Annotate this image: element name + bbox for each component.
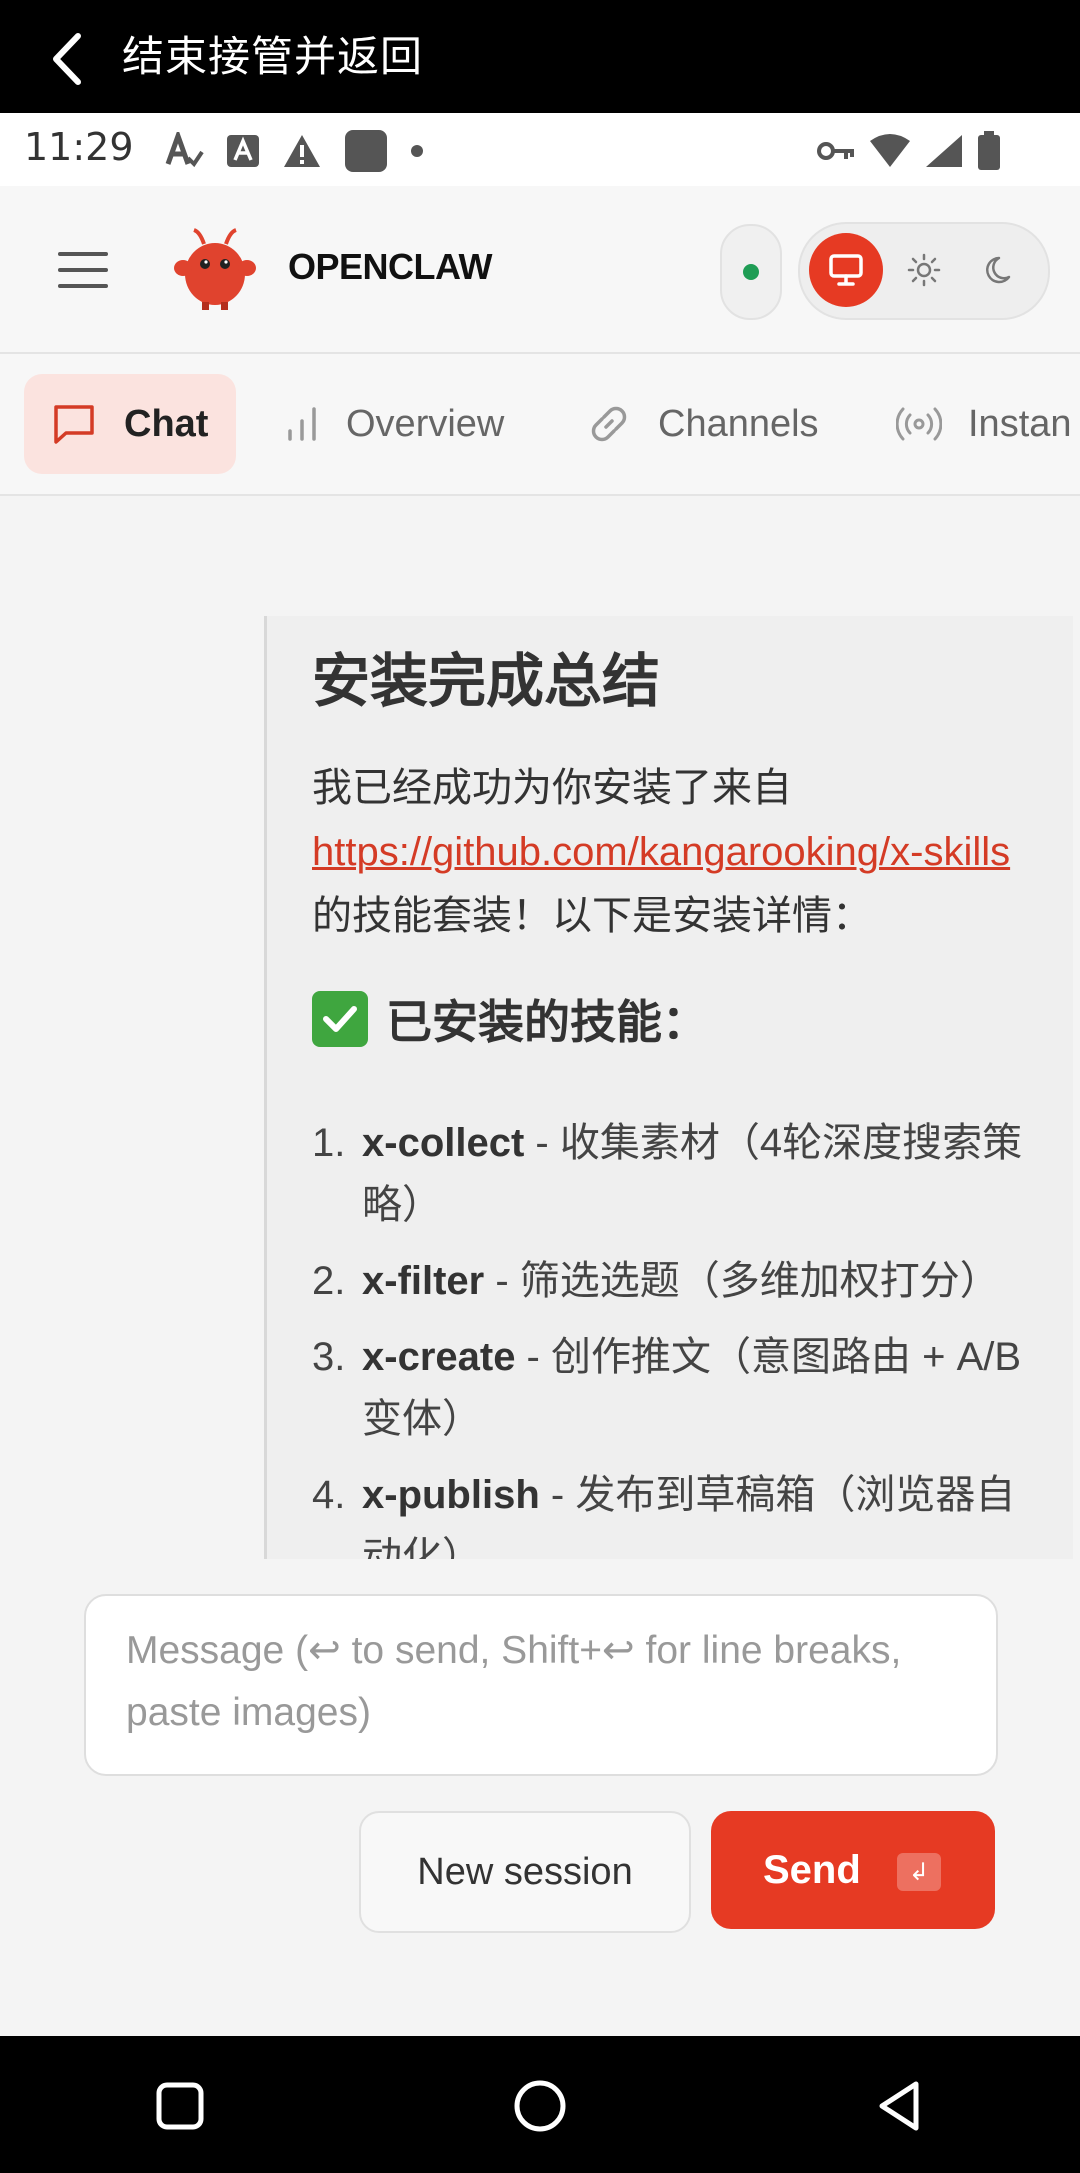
send-label: Send [763,1847,861,1892]
tab-channels[interactable]: Channels [586,374,819,474]
monitor-icon [829,254,863,286]
home-button[interactable] [510,2076,570,2136]
status-time: 11:29 [24,125,134,169]
skill-name: x-create [362,1335,516,1379]
app-notification-icon [345,130,387,172]
installed-skills-heading: 已安装的技能： [312,986,708,1052]
warning-icon [284,135,320,167]
skill-list: 1. x-collect - 收集素材（4轮深度搜索策略） 2. x-filte… [312,1112,1042,1559]
vpn-key-icon [817,142,854,160]
theme-light-button[interactable] [887,233,961,307]
battery-icon [978,131,1000,170]
skill-name: x-publish [362,1473,540,1517]
theme-system-button[interactable] [809,233,883,307]
triangle-back-icon [879,2081,919,2131]
menu-button[interactable] [58,252,108,290]
skill-text: x-publish - 发布到草稿箱（浏览器自动化） [362,1464,1042,1559]
system-back-button[interactable] [870,2076,930,2136]
skill-text: x-filter - 筛选选题（多维加权打分） [362,1250,1000,1312]
list-number: 2. [312,1259,346,1303]
tab-instances-label: Instan [968,402,1072,445]
intro-text: 我已经成功为你安装了来自 [312,766,792,810]
tab-chat-label: Chat [124,402,209,445]
tab-channels-label: Channels [658,402,819,445]
menu-line [58,284,108,288]
list-number: 3. [312,1335,346,1379]
tab-overview-label: Overview [346,402,505,445]
moon-icon [986,256,1011,284]
sun-icon [907,253,941,287]
app-header: OPENCLAW [0,186,1080,354]
enter-key-icon: ↲ [897,1853,941,1891]
list-item: 2. x-filter - 筛选选题（多维加权打分） [312,1250,1042,1312]
send-button[interactable]: Send ↲ [711,1811,995,1929]
message-input-placeholder: Message (↩ to send, Shift+↩ for line bre… [126,1629,902,1734]
menu-line [58,252,108,256]
system-nav-bar [0,2036,1080,2173]
system-status-icons [816,131,1002,171]
theme-switcher [798,222,1050,320]
installed-skills-title: 已安装的技能： [386,996,708,1048]
auto-text-icon [165,132,204,168]
connection-status [720,224,782,320]
chevron-left-icon [53,33,81,85]
tab-overview[interactable]: Overview [286,374,504,474]
github-link[interactable]: https://github.com/kangarooking/x-skills [312,830,1010,874]
brand-name: OPENCLAW [288,246,493,287]
list-number: 1. [312,1121,346,1165]
list-item: 3. x-create - 创作推文（意图路由 + A/B变体） [312,1326,1042,1450]
takeover-bar: 结束接管并返回 [0,0,1080,113]
broadcast-icon [896,407,942,441]
signal-icon [926,135,962,167]
skill-text: x-collect - 收集素材（4轮深度搜索策略） [362,1112,1042,1236]
status-bar: 11:29 [0,113,1080,186]
intro-suffix: 的技能套装！以下是安装详情： [312,894,872,938]
list-item: 4. x-publish - 发布到草稿箱（浏览器自动化） [312,1464,1042,1559]
circle-home-icon [514,2080,566,2132]
theme-dark-button[interactable] [965,233,1039,307]
check-mark-icon [312,991,368,1047]
back-button[interactable] [44,30,92,88]
chat-bubble-icon [54,405,94,444]
openclaw-logo-icon [174,228,256,310]
link-icon [591,406,627,442]
square-recents-icon [156,2082,204,2130]
notification-icons [164,130,424,172]
connection-dot-icon [743,264,759,280]
skill-name: x-filter [362,1259,485,1303]
list-item: 1. x-collect - 收集素材（4轮深度搜索策略） [312,1112,1042,1236]
message-input[interactable]: Message (↩ to send, Shift+↩ for line bre… [84,1594,998,1776]
wifi-icon [870,134,910,167]
tab-instances[interactable]: Instan [896,374,1072,474]
assistant-message: 安装完成总结 我已经成功为你安装了来自 https://github.com/k… [264,616,1073,1559]
recents-button[interactable] [150,2076,210,2136]
chat-area[interactable]: 安装完成总结 我已经成功为你安装了来自 https://github.com/k… [0,496,1080,2036]
tab-bar: Chat Overview Channels Instan [0,354,1080,496]
message-heading: 安装完成总结 [312,649,661,714]
skill-name: x-collect [362,1121,525,1165]
message-intro: 我已经成功为你安装了来自 https://github.com/kangaroo… [312,756,1042,948]
new-session-button[interactable]: New session [359,1811,691,1933]
takeover-title: 结束接管并返回 [122,32,424,81]
skill-text: x-create - 创作推文（意图路由 + A/B变体） [362,1326,1042,1450]
list-number: 4. [312,1473,346,1517]
bar-chart-icon [288,407,316,441]
tab-chat[interactable]: Chat [24,374,237,474]
more-dot-icon [411,145,423,157]
menu-line [58,268,108,272]
font-icon [227,135,259,167]
skill-desc: - 筛选选题（多维加权打分） [484,1259,1000,1303]
